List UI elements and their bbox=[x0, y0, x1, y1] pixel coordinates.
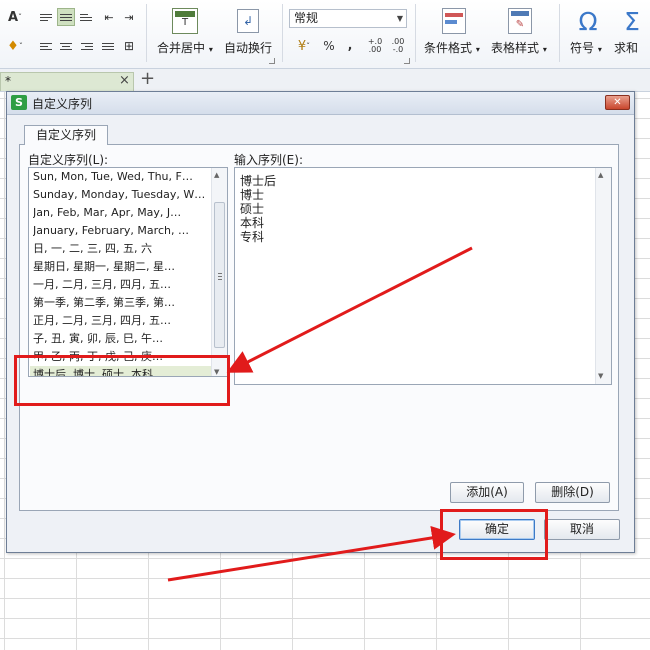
tab-custom-list[interactable]: 自定义序列 bbox=[24, 125, 108, 145]
arrow-to-ok-button bbox=[167, 525, 456, 582]
annotation-arrows bbox=[167, 246, 473, 582]
arrow-to-list-item bbox=[226, 246, 473, 373]
